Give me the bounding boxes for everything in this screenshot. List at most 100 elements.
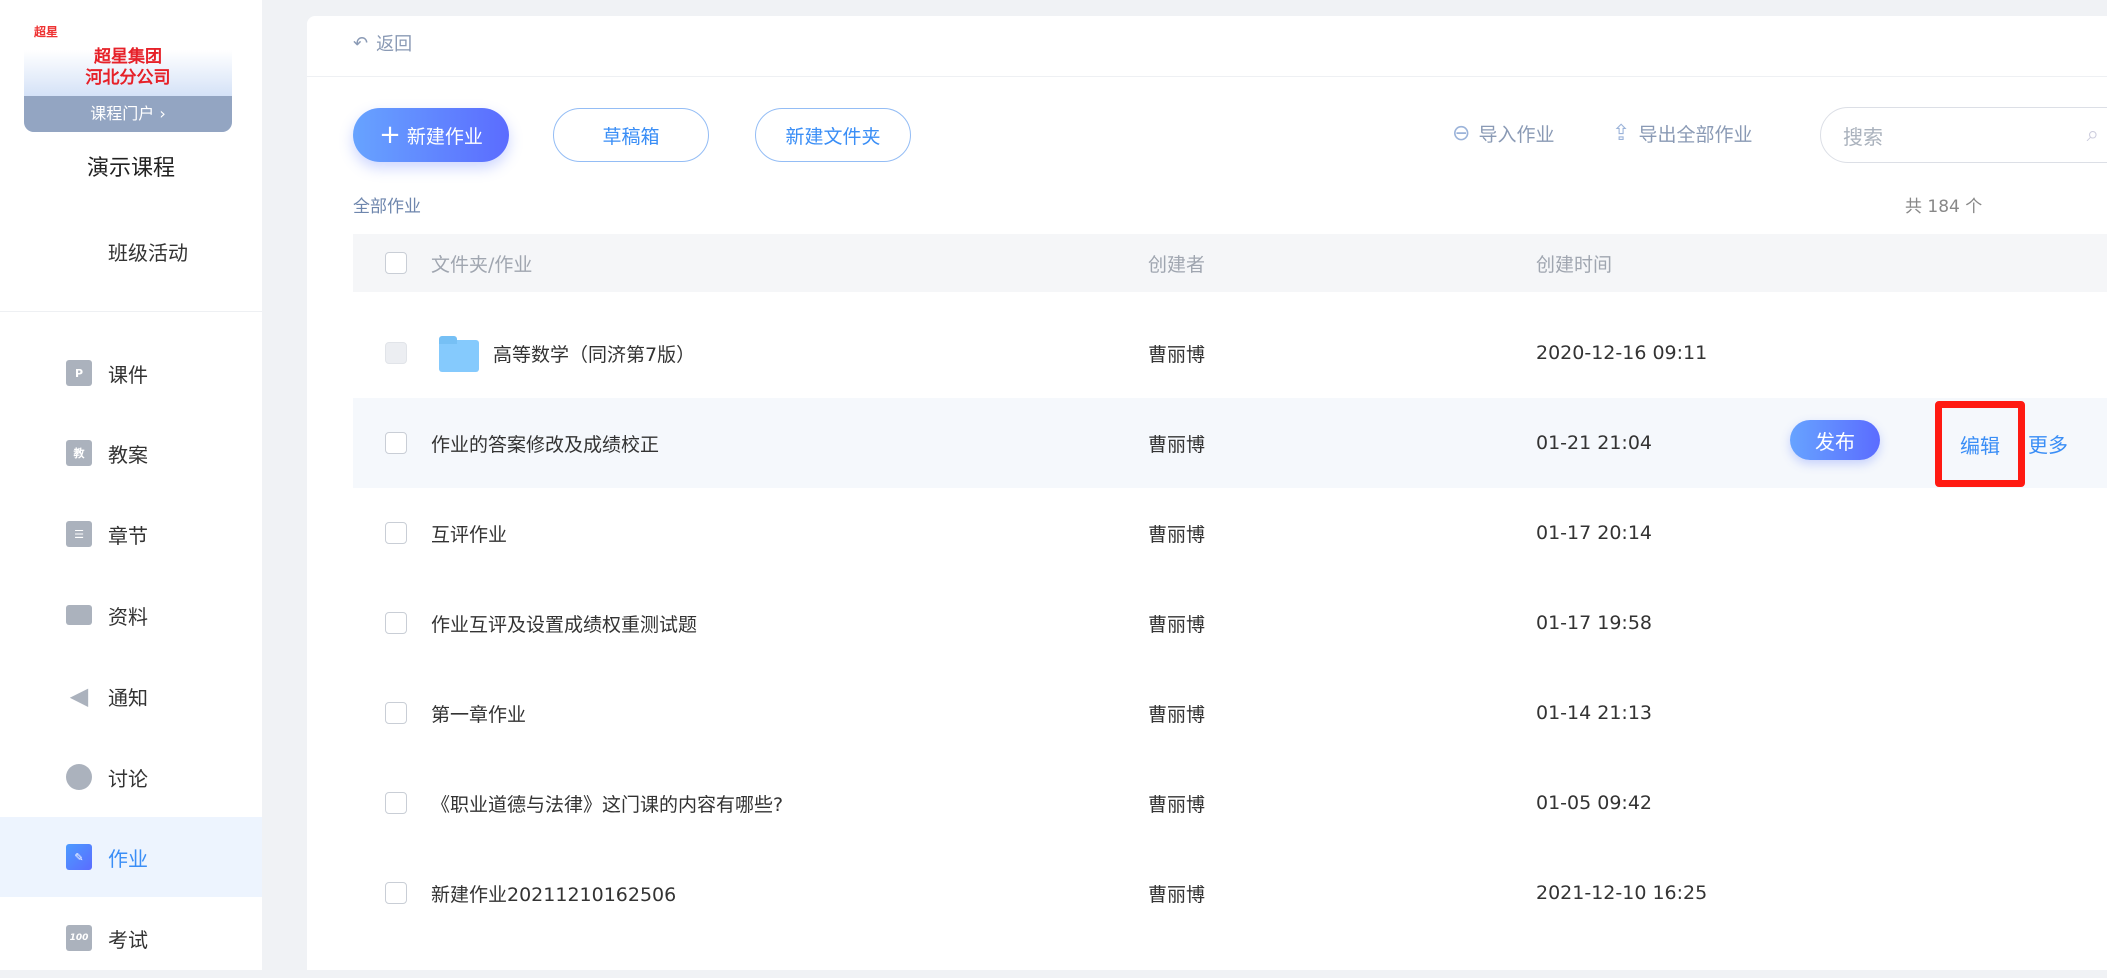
sidebar: 超星 超星集团 河北分公司 课程门户 › 演示课程 班级活动 P 课件 教教案 ☰ 章… xyxy=(0,0,262,970)
sidebar-item-class-activity[interactable]: 班级活动 xyxy=(0,211,262,291)
select-all-checkbox[interactable] xyxy=(385,252,407,274)
sidebar-divider xyxy=(0,311,262,312)
row-checkbox[interactable] xyxy=(385,792,407,814)
row-created-time: 01-17 20:14 xyxy=(1536,522,1653,544)
table-row[interactable]: 高等数学（同济第7版） 曹丽博 2020-12-16 09:11 xyxy=(353,308,2107,398)
import-label: 导入作业 xyxy=(1478,124,1555,146)
sidebar-item-label: 讨论 xyxy=(108,766,148,791)
total-count: 共 184 个 xyxy=(1905,197,1983,217)
upload-icon: ⇪ xyxy=(1612,121,1631,146)
sidebar-item-label: 教案 xyxy=(108,442,148,467)
table-row[interactable]: 《职业道德与法律》这门课的内容有哪些? 曹丽博 01-05 09:42 xyxy=(353,758,2107,848)
row-checkbox[interactable] xyxy=(385,702,407,724)
sidebar-item-lesson-plan[interactable]: 教教案 xyxy=(0,413,262,493)
row-checkbox[interactable] xyxy=(385,882,407,904)
chat-icon xyxy=(66,764,92,790)
org-name-line1: 超星集团 xyxy=(94,47,162,67)
row-creator: 曹丽博 xyxy=(1148,883,1206,906)
table-header: 文件夹/作业 创建者 创建时间 xyxy=(353,234,2107,292)
sidebar-item-exam[interactable]: 100 考试 xyxy=(0,898,262,978)
row-checkbox[interactable] xyxy=(385,612,407,634)
row-name[interactable]: 《职业道德与法律》这门课的内容有哪些? xyxy=(431,758,783,848)
sidebar-item-notices[interactable]: ◀ 通知 xyxy=(0,656,262,736)
sidebar-item-label: 考试 xyxy=(108,927,148,952)
row-created-time: 01-14 21:13 xyxy=(1536,702,1653,724)
new-homework-label: 新建作业 xyxy=(406,125,483,148)
speaker-icon: ◀ xyxy=(69,682,89,710)
sidebar-item-chapters[interactable]: ☰ 章节 xyxy=(0,494,262,574)
table-row[interactable]: 作业的答案修改及成绩校正 曹丽博 01-21 21:04 发布 编辑 更多 xyxy=(353,398,2107,488)
back-link[interactable]: ↶ 返回 xyxy=(353,30,412,56)
course-title: 演示课程 xyxy=(86,156,175,181)
row-name[interactable]: 高等数学（同济第7版） xyxy=(493,308,695,398)
row-created-time: 01-05 09:42 xyxy=(1536,792,1653,814)
row-created-time: 2020-12-16 09:11 xyxy=(1536,342,1708,364)
row-creator: 曹丽博 xyxy=(1148,703,1206,726)
row-name[interactable]: 作业的答案修改及成绩校正 xyxy=(431,398,659,488)
exam-icon: 100 xyxy=(66,925,92,951)
undo-arrow-icon: ↶ xyxy=(353,32,369,54)
main-panel: ↶ 返回 + 新建作业 草稿箱 新建文件夹 ⊖ 导入作业 ⇪ 导出全部作业 搜索 ⌕ 全部… xyxy=(307,16,2107,970)
sidebar-item-label: 班级活动 xyxy=(108,240,188,265)
sidebar-item-label: 作业 xyxy=(108,846,148,871)
row-name[interactable]: 新建作业20211210162506 xyxy=(431,848,676,938)
row-created-time: 01-17 19:58 xyxy=(1536,612,1653,634)
table-row[interactable]: 第一章作业 曹丽博 01-14 21:13 xyxy=(353,668,2107,758)
folder-icon xyxy=(66,605,92,625)
course-logo-card[interactable]: 超星 超星集团 河北分公司 课程门户 › xyxy=(24,15,232,132)
lesson-plan-icon: 教 xyxy=(66,440,92,466)
sidebar-item-label: 通知 xyxy=(108,685,148,710)
row-created-time: 2021-12-10 16:25 xyxy=(1536,882,1708,904)
edit-button[interactable]: 编辑 xyxy=(1935,401,2025,487)
new-homework-button[interactable]: + 新建作业 xyxy=(353,108,509,162)
column-name: 文件夹/作业 xyxy=(431,253,533,276)
sidebar-item-homework[interactable]: ✎ 作业 xyxy=(0,817,262,897)
plus-icon: + xyxy=(379,120,401,150)
folder-icon xyxy=(439,336,479,372)
row-creator: 曹丽博 xyxy=(1148,613,1206,636)
logo-mark: 超星 xyxy=(34,25,59,39)
row-name[interactable]: 作业互评及设置成绩权重测试题 xyxy=(431,578,697,668)
row-creator: 曹丽博 xyxy=(1148,523,1206,546)
breadcrumb[interactable]: 全部作业 xyxy=(353,192,421,217)
column-created-time: 创建时间 xyxy=(1536,253,1613,276)
search-placeholder: 搜索 xyxy=(1843,124,1883,149)
import-homework-button[interactable]: ⊖ 导入作业 xyxy=(1452,120,1554,147)
publish-button[interactable]: 发布 xyxy=(1790,420,1880,460)
sidebar-item-label: 章节 xyxy=(108,523,148,548)
search-input[interactable]: 搜索 ⌕ xyxy=(1820,107,2107,163)
more-button[interactable]: 更多 xyxy=(2028,398,2068,488)
grid-icon xyxy=(66,238,92,264)
sidebar-item-materials[interactable]: 资料 xyxy=(0,575,262,655)
drafts-button[interactable]: 草稿箱 xyxy=(553,108,709,162)
org-name-line2: 河北分公司 xyxy=(85,68,171,88)
row-creator: 曹丽博 xyxy=(1148,433,1206,456)
export-all-button[interactable]: ⇪ 导出全部作业 xyxy=(1612,120,1752,147)
row-checkbox[interactable] xyxy=(385,432,407,454)
export-label: 导出全部作业 xyxy=(1638,124,1753,146)
row-name[interactable]: 第一章作业 xyxy=(431,668,526,758)
header-divider xyxy=(307,76,2107,77)
sidebar-item-label: 资料 xyxy=(108,604,148,629)
sidebar-item-label: 课件 xyxy=(108,362,148,387)
row-checkbox[interactable] xyxy=(385,522,407,544)
sidebar-item-courseware[interactable]: P 课件 xyxy=(0,333,262,413)
row-creator: 曹丽博 xyxy=(1148,793,1206,816)
course-portal-link[interactable]: 课程门户 › xyxy=(24,96,232,132)
import-icon: ⊖ xyxy=(1452,121,1471,146)
table-row[interactable]: 作业互评及设置成绩权重测试题 曹丽博 01-17 19:58 xyxy=(353,578,2107,668)
table-row[interactable]: 互评作业 曹丽博 01-17 20:14 xyxy=(353,488,2107,578)
sidebar-item-discussion[interactable]: 讨论 xyxy=(0,737,262,817)
column-creator: 创建者 xyxy=(1148,253,1206,276)
back-label: 返回 xyxy=(376,34,413,55)
row-created-time: 01-21 21:04 xyxy=(1536,432,1653,454)
homework-icon: ✎ xyxy=(66,844,92,870)
new-folder-button[interactable]: 新建文件夹 xyxy=(755,108,911,162)
list-icon: ☰ xyxy=(66,521,92,547)
row-name[interactable]: 互评作业 xyxy=(431,488,507,578)
ppt-file-icon: P xyxy=(66,360,92,386)
table-row[interactable]: 新建作业20211210162506 曹丽博 2021-12-10 16:25 xyxy=(353,848,2107,938)
row-checkbox[interactable] xyxy=(385,342,407,364)
search-icon[interactable]: ⌕ xyxy=(2087,122,2099,147)
row-creator: 曹丽博 xyxy=(1148,343,1206,366)
